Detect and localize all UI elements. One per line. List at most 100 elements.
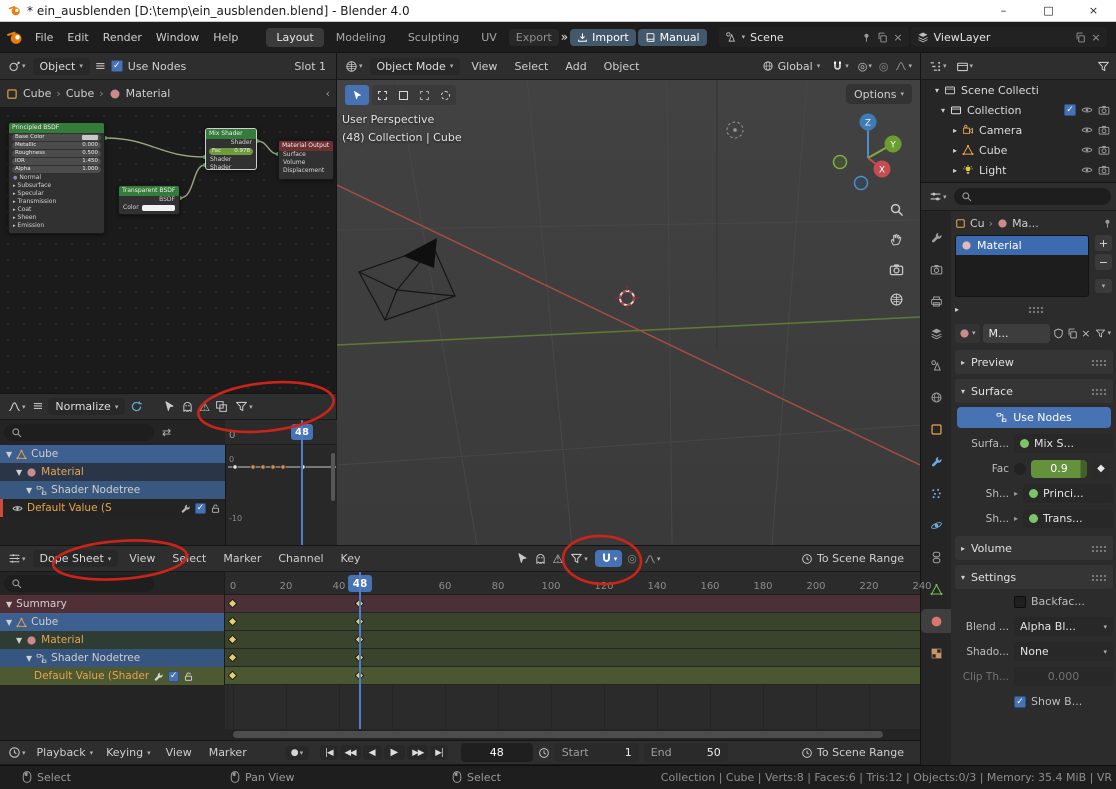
material-slot-row[interactable]: Material bbox=[956, 236, 1088, 255]
channel-cube[interactable]: ▼Cube bbox=[0, 613, 224, 631]
scrollbar-thumb[interactable] bbox=[331, 453, 335, 501]
expand-icon[interactable]: ▼ bbox=[26, 654, 32, 663]
viewport-menu-select[interactable]: Select bbox=[508, 58, 554, 75]
breadcrumb-data[interactable]: Cube bbox=[66, 87, 94, 100]
menu-file[interactable]: File bbox=[29, 29, 59, 46]
workspace-tab-uv[interactable]: UV bbox=[471, 28, 507, 47]
proportional-edit-toggle[interactable]: ◎ bbox=[627, 552, 637, 565]
pin-icon[interactable] bbox=[1102, 218, 1113, 229]
menu-edit[interactable]: Edit bbox=[61, 29, 94, 46]
tab-world[interactable] bbox=[921, 385, 951, 409]
manual-button[interactable]: Manual bbox=[638, 29, 707, 46]
graph-editor-type-button[interactable]: ▾ bbox=[6, 399, 28, 414]
tab-output[interactable] bbox=[921, 289, 951, 313]
slot-specials-button[interactable]: ▾ bbox=[1095, 279, 1112, 293]
node-input-value[interactable]: 0.978 bbox=[234, 148, 250, 155]
pin-icon[interactable] bbox=[861, 32, 872, 43]
eye-icon[interactable] bbox=[1081, 164, 1093, 176]
node-input-value[interactable]: 0.000 bbox=[82, 142, 98, 149]
color-swatch[interactable] bbox=[82, 135, 98, 140]
graph-curve-view[interactable]: 0 -10 bbox=[225, 445, 337, 545]
band-default-value[interactable] bbox=[225, 667, 920, 685]
graph-ruler[interactable]: 0 48 bbox=[225, 420, 337, 445]
node-input-value[interactable]: 0.500 bbox=[82, 150, 98, 157]
auto-keying-button[interactable]: ●▾ bbox=[285, 746, 309, 760]
new-material-icon[interactable] bbox=[1067, 328, 1078, 339]
node-input-label[interactable]: Displacement bbox=[283, 167, 324, 175]
node-input-label[interactable]: Metallic bbox=[15, 142, 36, 149]
expand-icon[interactable]: ▼ bbox=[6, 618, 12, 627]
properties-search-input[interactable] bbox=[954, 188, 1111, 205]
eye-icon[interactable] bbox=[1081, 104, 1093, 116]
node-section[interactable]: Subsurface bbox=[18, 182, 52, 190]
shadow-mode-dropdown[interactable]: None▾ bbox=[1014, 642, 1113, 661]
select-box-subtract-button[interactable] bbox=[414, 85, 435, 105]
expand-icon[interactable]: ▼ bbox=[26, 486, 32, 495]
dopesheet-mode-dropdown[interactable]: Dope Sheet▾ bbox=[33, 550, 119, 567]
shader-editor-type-button[interactable]: ▾ bbox=[6, 59, 28, 74]
render-camera-icon[interactable] bbox=[1098, 144, 1110, 156]
prev-keyframe-button[interactable]: ◀◀ bbox=[340, 745, 361, 760]
unlink-scene-icon[interactable]: × bbox=[893, 31, 902, 44]
dopesheet-menu-view[interactable]: View bbox=[123, 550, 161, 567]
tab-physics[interactable] bbox=[921, 513, 951, 537]
graph-playhead[interactable] bbox=[301, 420, 303, 545]
expand-icon[interactable]: ▸ bbox=[953, 126, 957, 135]
unlink-material-icon[interactable]: × bbox=[1081, 327, 1090, 340]
expand-icon[interactable]: ▾ bbox=[935, 86, 939, 95]
shader1-dropdown[interactable]: Princi... bbox=[1023, 484, 1113, 503]
expand-icon[interactable]: ▼ bbox=[16, 468, 22, 477]
node-section[interactable]: Sheen bbox=[18, 214, 37, 222]
resize-grip[interactable] bbox=[1028, 306, 1044, 313]
close-button[interactable]: × bbox=[1071, 0, 1116, 22]
add-slot-button[interactable]: + bbox=[1095, 235, 1112, 251]
timeline-menu-view[interactable]: View bbox=[160, 744, 198, 761]
pivot-dropdown[interactable]: ◎▾ bbox=[856, 59, 874, 74]
render-camera-icon[interactable] bbox=[1098, 104, 1110, 116]
tab-scene[interactable] bbox=[921, 353, 951, 377]
proportional-edit-toggle[interactable]: ◎ bbox=[879, 60, 889, 73]
node-input-value[interactable]: 1.450 bbox=[82, 158, 98, 165]
collection-checkbox[interactable]: ✓ bbox=[1064, 104, 1076, 116]
channel-summary[interactable]: ▼Summary bbox=[0, 595, 224, 613]
snap-dropdown[interactable]: ▾ bbox=[595, 550, 623, 567]
to-scene-range-button[interactable]: To Scene Range bbox=[797, 550, 908, 567]
new-viewlayer-icon[interactable] bbox=[1075, 32, 1086, 43]
color-swatch[interactable] bbox=[142, 205, 175, 211]
eye-icon[interactable] bbox=[12, 503, 23, 514]
node-input-label[interactable]: Alpha bbox=[15, 166, 31, 173]
panel-surface[interactable]: ▾Surface bbox=[955, 379, 1113, 403]
node-transparent-bsdf[interactable]: Transparent BSDF BSDF Color bbox=[118, 185, 180, 215]
channel-material[interactable]: ▼Material bbox=[0, 631, 224, 649]
expand-icon[interactable]: ▾ bbox=[941, 106, 945, 115]
node-input-label[interactable]: Surface bbox=[283, 151, 306, 159]
material-slot-list[interactable]: Material bbox=[955, 235, 1089, 297]
node-section[interactable]: Coat bbox=[18, 206, 32, 214]
select-box-new-button[interactable] bbox=[372, 85, 393, 105]
show-backface-checkbox[interactable]: ✓ bbox=[1014, 696, 1026, 708]
node-input-label[interactable]: Fac bbox=[212, 148, 221, 155]
render-camera-icon[interactable] bbox=[1098, 164, 1110, 176]
channel-enable-checkbox[interactable]: ✓ bbox=[195, 503, 206, 514]
only-selected-icon[interactable] bbox=[163, 400, 176, 413]
filter-dropdown[interactable]: ▾ bbox=[568, 551, 590, 566]
node-section[interactable]: Specular bbox=[18, 190, 44, 198]
material-name-field[interactable]: M... bbox=[983, 324, 1051, 343]
ortho-toggle-icon[interactable] bbox=[891, 294, 902, 305]
viewport-menu-add[interactable]: Add bbox=[559, 58, 592, 75]
outliner-row-scene-collection[interactable]: ▾ Scene Collecti bbox=[921, 80, 1116, 100]
maximize-button[interactable]: □ bbox=[1026, 0, 1071, 22]
only-selected-icon[interactable] bbox=[516, 552, 529, 565]
start-frame-field[interactable]: Start1 bbox=[555, 743, 639, 762]
surface-shader-dropdown[interactable]: Mix S... bbox=[1014, 434, 1113, 453]
expand-icon[interactable]: ▸ bbox=[953, 146, 957, 155]
node-output-label[interactable]: BSDF bbox=[159, 196, 175, 204]
minimize-button[interactable]: – bbox=[981, 0, 1026, 22]
node-input-label[interactable]: Shader bbox=[210, 156, 231, 164]
tab-material[interactable] bbox=[921, 609, 951, 633]
workspace-tab-sculpting[interactable]: Sculpting bbox=[398, 28, 469, 47]
node-input-label[interactable]: Roughness bbox=[15, 150, 45, 157]
viewlayer-selector[interactable]: ViewLayer × bbox=[911, 27, 1107, 47]
panel-settings[interactable]: ▾Settings bbox=[955, 565, 1113, 589]
graph-channel-default-value[interactable]: Default Value (S ✓ bbox=[0, 499, 225, 517]
